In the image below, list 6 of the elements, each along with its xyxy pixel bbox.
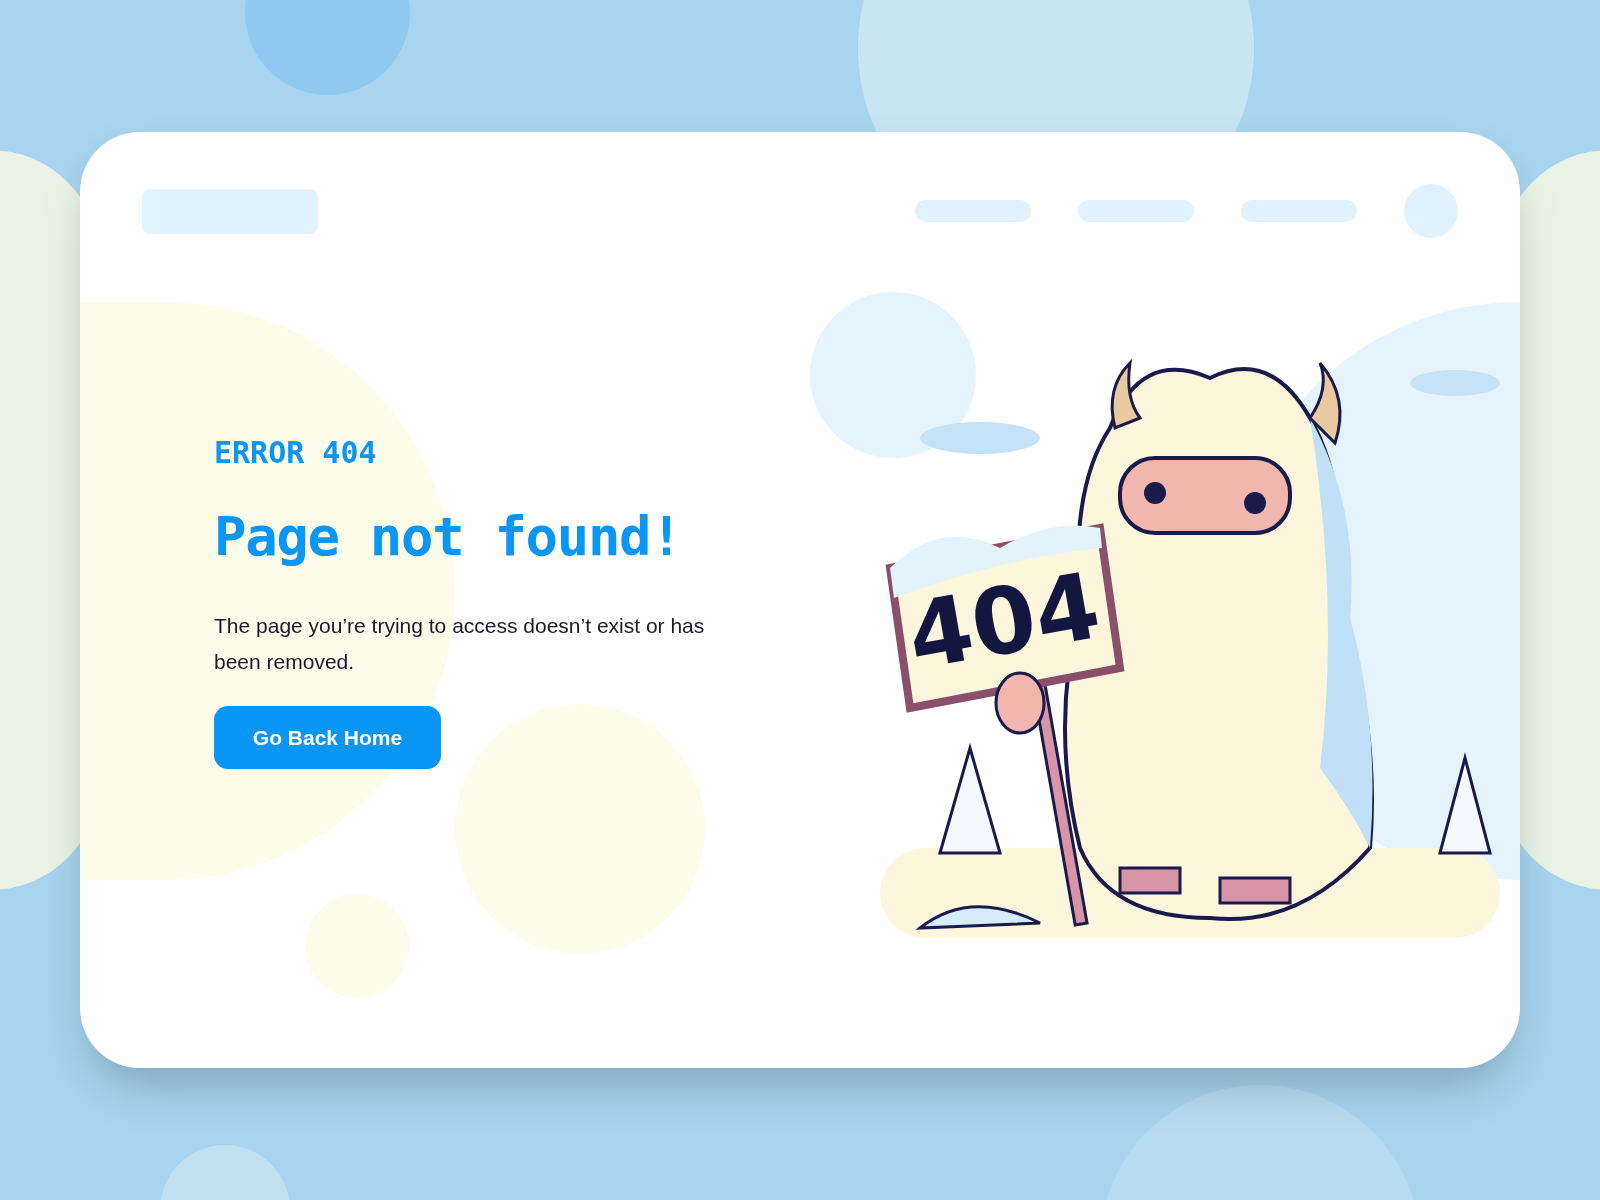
avatar-placeholder: [1404, 184, 1458, 238]
error-description: The page you’re trying to access doesn’t exist or has been removed.: [214, 613, 706, 675]
page-title: Page not found!: [214, 510, 682, 564]
sign-text: 404: [900, 552, 1108, 691]
go-back-home-button[interactable]: Go Back Home: [214, 706, 441, 769]
error-label: ERROR 404: [214, 438, 377, 468]
